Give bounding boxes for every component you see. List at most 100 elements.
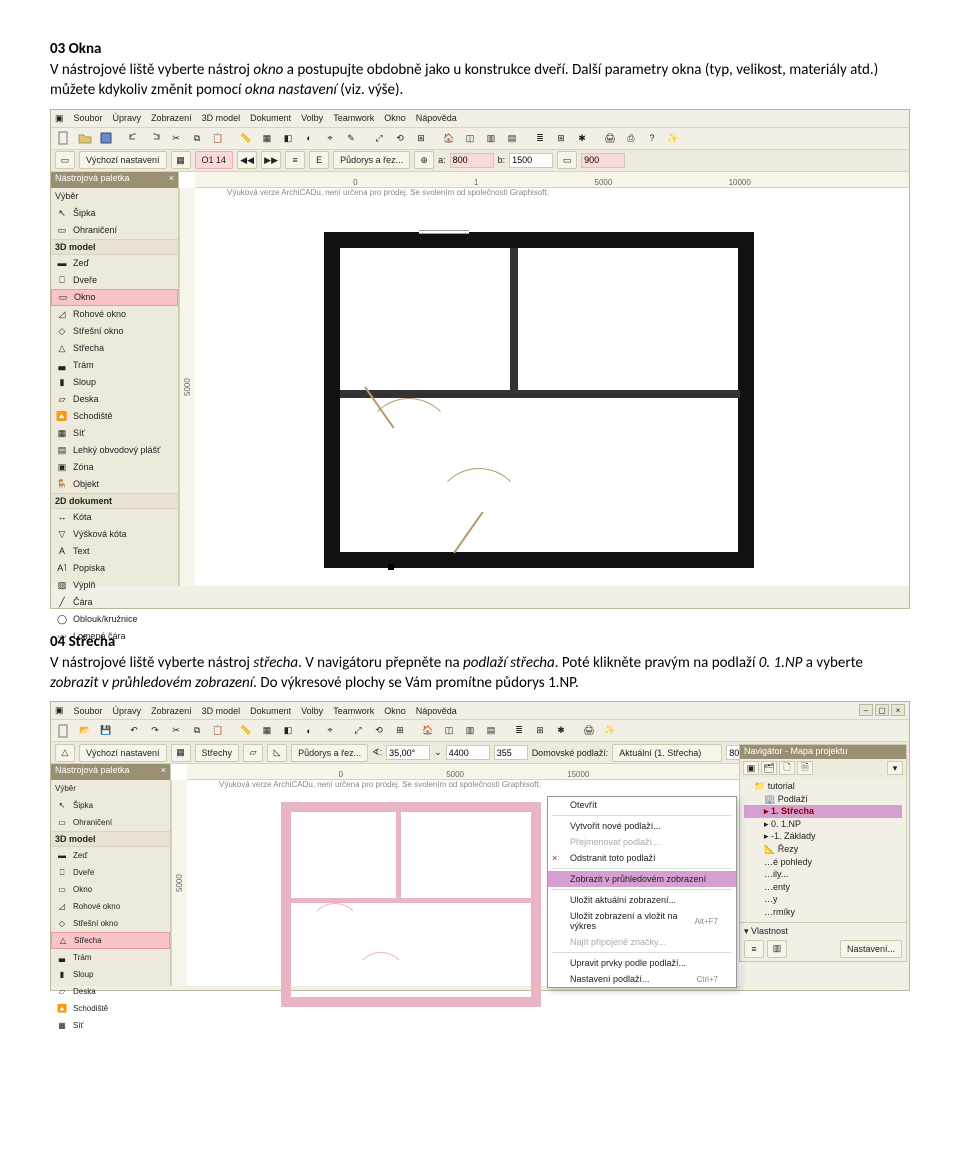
elev-icon[interactable]: ▤	[482, 722, 500, 740]
tool-sit[interactable]: ▦Síť	[51, 1017, 170, 1034]
tool-tram[interactable]: ▃Trám	[51, 949, 170, 966]
ctx-nastaveni[interactable]: Nastavení podlaží...Ctrl+7	[548, 971, 736, 987]
minimize-icon[interactable]: –	[859, 704, 873, 716]
menu-soubor[interactable]: Soubor	[74, 113, 103, 123]
menu-okno[interactable]: Okno	[384, 113, 406, 123]
tool-sloup[interactable]: ▮Sloup	[51, 374, 178, 391]
layer-icon[interactable]: ≣	[531, 129, 549, 147]
nav-f1-icon[interactable]: ≡	[744, 940, 764, 958]
tool-a-icon[interactable]: ▦	[258, 129, 276, 147]
width-field[interactable]	[450, 153, 494, 168]
angle-field[interactable]	[386, 745, 430, 760]
tree-podlazi[interactable]: 🏢 Podlaží	[744, 793, 902, 806]
help-icon[interactable]: ?	[643, 129, 661, 147]
menu-napoveda[interactable]: Nápověda	[416, 113, 457, 123]
tool-zed[interactable]: ▬Zeď	[51, 255, 178, 272]
tool-okno-icon[interactable]: ▭	[55, 151, 75, 169]
tool-stresni-okno[interactable]: ◇Střešní okno	[51, 323, 178, 340]
tool-g-icon[interactable]: ⟲	[391, 129, 409, 147]
paste-icon[interactable]: 📋	[209, 129, 227, 147]
tool-lomena-cara[interactable]: 〰Lomená čára	[51, 628, 178, 645]
menu-3dmodel[interactable]: 3D model	[202, 113, 241, 123]
tool-arrow[interactable]: ↖Šipka	[51, 205, 178, 222]
home-story-select[interactable]: Aktuální (1. Střecha)	[612, 744, 722, 762]
menu-soubor[interactable]: Soubor	[74, 706, 103, 716]
pole-field[interactable]	[494, 745, 528, 760]
tool-popiska[interactable]: A˥Popiska	[51, 560, 178, 577]
cut-icon[interactable]: ✂	[167, 129, 185, 147]
plot-icon[interactable]: ⎙	[622, 129, 640, 147]
menu-teamwork[interactable]: Teamwork	[333, 113, 374, 123]
nav-pub-icon[interactable]: 🗎	[797, 761, 813, 775]
view-icon[interactable]: 🏠	[419, 722, 437, 740]
layer-name[interactable]: Střechy	[195, 744, 240, 762]
section-icon[interactable]: ▥	[482, 129, 500, 147]
print-icon[interactable]: 🖨	[601, 129, 619, 147]
window-type-field[interactable]: O1 14	[195, 151, 234, 169]
default-settings-button[interactable]: Výchozí nastavení	[79, 151, 167, 169]
tool-a-icon[interactable]: ▦	[258, 722, 276, 740]
tree-ily[interactable]: …ily...	[744, 868, 902, 881]
height-field[interactable]	[509, 153, 553, 168]
tool-zed[interactable]: ▬Zeď	[51, 847, 170, 864]
redo-icon[interactable]: ↷	[146, 722, 164, 740]
nav-f2-icon[interactable]: ▥	[767, 940, 787, 958]
tool-c-icon[interactable]: ◐	[300, 129, 318, 147]
view-icon[interactable]: 🏠	[440, 129, 458, 147]
snap-icon[interactable]: ✱	[552, 722, 570, 740]
ctx-ulozit-akt[interactable]: Uložit aktuální zobrazení...	[548, 892, 736, 908]
save-icon[interactable]: 💾	[97, 722, 115, 740]
open-icon[interactable]	[76, 129, 94, 147]
menu-teamwork[interactable]: Teamwork	[333, 706, 374, 716]
tool-schodiste[interactable]: 🔼Schodiště	[51, 1000, 170, 1017]
nav-next-icon[interactable]: ▶▶	[261, 151, 281, 169]
tree-pohledy[interactable]: …é pohledy	[744, 856, 902, 869]
tool-strecha[interactable]: △Střecha	[51, 932, 170, 949]
new-file-icon[interactable]	[55, 722, 73, 740]
ctx-zobrazit[interactable]: Zobrazit v průhledovém zobrazení	[548, 871, 736, 887]
tool-deska[interactable]: ▱Deska	[51, 391, 178, 408]
tool-deska[interactable]: ▱Deska	[51, 983, 170, 1000]
tool-lehky-plast[interactable]: ▤Lehký obvodový plášť	[51, 442, 178, 459]
default-settings-button[interactable]: Výchozí nastavení	[79, 744, 167, 762]
close-icon[interactable]: ×	[161, 765, 166, 779]
maximize-icon[interactable]: ▢	[875, 704, 889, 716]
tool-dvere[interactable]: ⎕Dveře	[51, 272, 178, 289]
anchor-icon[interactable]: ⊕	[414, 151, 434, 169]
menu-volby[interactable]: Volby	[301, 706, 323, 716]
close-icon[interactable]: ×	[891, 704, 905, 716]
tool-vypln[interactable]: ▨Výplň	[51, 577, 178, 594]
menu-napoveda[interactable]: Nápověda	[416, 706, 457, 716]
tool-sloup[interactable]: ▮Sloup	[51, 966, 170, 983]
tool-d-icon[interactable]: ⌖	[321, 722, 339, 740]
ctx-ulozit-vykres[interactable]: Uložit zobrazení a vložit na výkresAlt+F…	[548, 908, 736, 934]
tool-zona[interactable]: ▣Zóna	[51, 459, 178, 476]
tool-okno[interactable]: ▭Okno	[51, 881, 170, 898]
tool-roof-icon[interactable]: △	[55, 744, 75, 762]
copy-icon[interactable]: ⧉	[188, 129, 206, 147]
tree-enty[interactable]: …enty	[744, 881, 902, 894]
menu-volby[interactable]: Volby	[301, 113, 323, 123]
cut-icon[interactable]: ✂	[167, 722, 185, 740]
tool-sit[interactable]: ▦Síť	[51, 425, 178, 442]
grid-icon[interactable]: ⊞	[552, 129, 570, 147]
paste-icon[interactable]: 📋	[209, 722, 227, 740]
menu-3dmodel[interactable]: 3D model	[202, 706, 241, 716]
menu-zobrazeni[interactable]: Zobrazení	[151, 113, 192, 123]
app-icon[interactable]: ▣	[55, 705, 64, 716]
new-file-icon[interactable]	[55, 129, 73, 147]
anchor2-icon[interactable]: ▭	[557, 151, 577, 169]
floorplan-section-button[interactable]: Půdorys a řez...	[291, 744, 368, 762]
tool-oblouk[interactable]: ◯Oblouk/kružnice	[51, 611, 178, 628]
floorplan-section-button[interactable]: Půdorys a řez...	[333, 151, 410, 169]
tool-rohove-okno[interactable]: ◿Rohové okno	[51, 306, 178, 323]
tool-strecha[interactable]: △Střecha	[51, 340, 178, 357]
snap-icon[interactable]: ✱	[573, 129, 591, 147]
copy-icon[interactable]: ⧉	[188, 722, 206, 740]
3d-icon[interactable]: ◫	[440, 722, 458, 740]
tree-strecha[interactable]: ▸ 1. Střecha	[744, 805, 902, 818]
grid-icon[interactable]: ⊞	[531, 722, 549, 740]
tool-d-icon[interactable]: ⌖	[321, 129, 339, 147]
tool-c-icon[interactable]: ◐	[300, 722, 318, 740]
tool-f-icon[interactable]: ⟲	[370, 722, 388, 740]
